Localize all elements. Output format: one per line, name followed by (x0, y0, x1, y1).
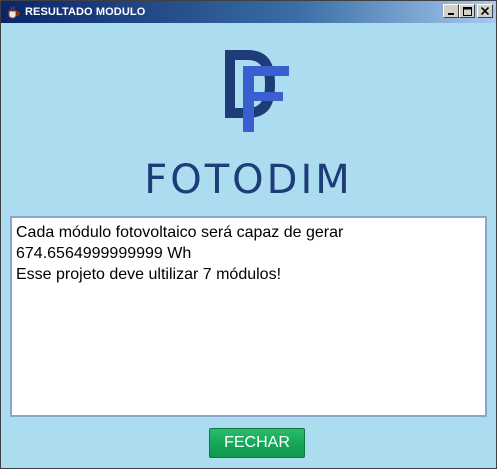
window-controls (443, 4, 493, 18)
java-cup-icon (5, 4, 21, 20)
df-logo-icon (225, 50, 289, 132)
maximize-button[interactable] (459, 4, 475, 18)
window-content: FOTODIM Cada módulo fotovoltaico será ca… (2, 23, 495, 468)
close-button[interactable] (477, 4, 493, 18)
close-dialog-button[interactable]: FECHAR (209, 428, 305, 458)
result-window: RESULTADO MODULO FOTODIM Cada módulo fot… (0, 0, 497, 469)
window-title: RESULTADO MODULO (25, 6, 146, 18)
maximize-icon (462, 6, 472, 16)
close-icon (481, 7, 489, 15)
brand-name: FOTODIM (144, 157, 353, 203)
result-text-area[interactable]: Cada módulo fotovoltaico será capaz de g… (10, 216, 487, 417)
title-bar[interactable]: RESULTADO MODULO (1, 1, 496, 23)
result-text[interactable]: Cada módulo fotovoltaico será capaz de g… (12, 218, 485, 415)
minimize-icon (448, 13, 454, 15)
minimize-button[interactable] (443, 4, 459, 18)
